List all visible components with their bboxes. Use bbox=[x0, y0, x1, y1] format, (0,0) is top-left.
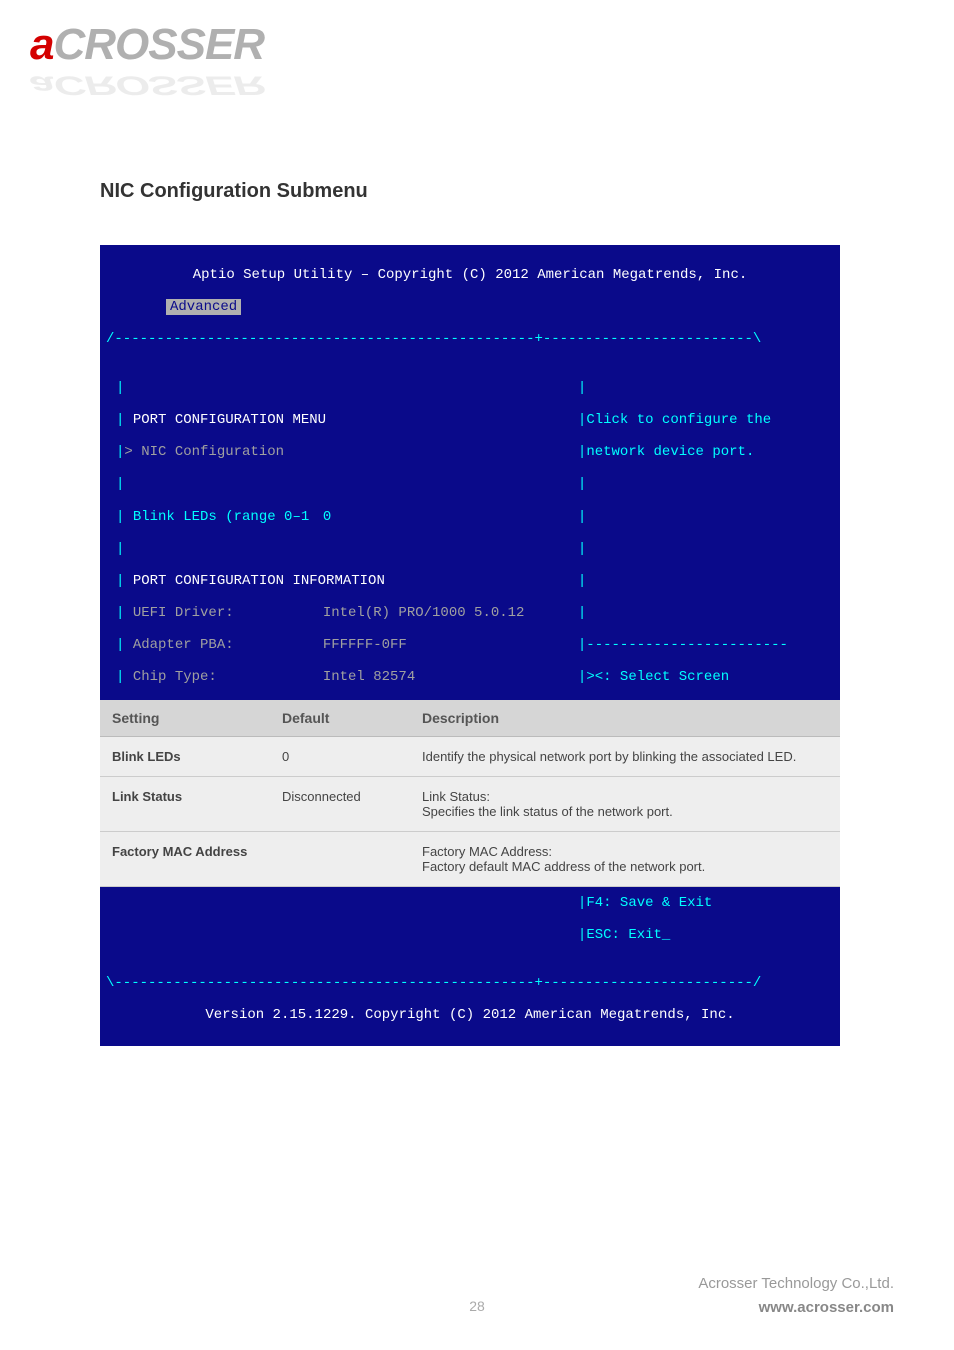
blink-leds-label: Blink LEDs (range 0–1 bbox=[133, 509, 323, 525]
uefi-driver-value: Intel(R) PRO/1000 5.0.12 bbox=[323, 605, 525, 621]
footer: Acrosser Technology Co.,Ltd. www.acrosse… bbox=[698, 1272, 894, 1320]
table-row: Factory MAC Address Factory MAC Address:… bbox=[100, 832, 840, 887]
logo-letter-a: a bbox=[30, 20, 53, 69]
nav-select-screen: ><: Select Screen bbox=[586, 669, 729, 685]
bios-divider-bottom: \---------------------------------------… bbox=[106, 975, 834, 991]
table-row: Blink LEDs 0 Identify the physical netwo… bbox=[100, 737, 840, 777]
adapter-pba-value: FFFFFF-0FF bbox=[323, 637, 407, 653]
uefi-driver-label: UEFI Driver: bbox=[133, 605, 323, 621]
logo-reflection: aCROSSER bbox=[30, 70, 264, 100]
th-description: Description bbox=[410, 700, 840, 737]
bios-divider-top: /---------------------------------------… bbox=[106, 331, 834, 347]
settings-table: Setting Default Description Blink LEDs 0… bbox=[100, 700, 840, 887]
bios-pipe: | bbox=[116, 380, 572, 396]
bios-header: Aptio Setup Utility – Copyright (C) 2012… bbox=[106, 267, 834, 283]
help-line-1: Click to configure the bbox=[586, 412, 771, 428]
adapter-pba-label: Adapter PBA: bbox=[133, 637, 323, 653]
nic-config-item: NIC Configuration bbox=[141, 444, 284, 460]
nav-f4: F4: Save & Exit bbox=[586, 895, 712, 911]
th-default: Default bbox=[270, 700, 410, 737]
page-title: NIC Configuration Submenu bbox=[100, 180, 368, 203]
bios-divider-mid: |------------------------ bbox=[578, 637, 834, 653]
chip-type-label: Chip Type: bbox=[133, 669, 323, 685]
cell-setting: Blink LEDs bbox=[100, 737, 270, 777]
info-title: PORT CONFIGURATION INFORMATION bbox=[133, 573, 385, 589]
nav-esc: ESC: Exit_ bbox=[586, 927, 670, 943]
menu-title: PORT CONFIGURATION MENU bbox=[133, 412, 326, 428]
cell-default bbox=[270, 832, 410, 887]
cell-default: Disconnected bbox=[270, 777, 410, 832]
chip-type-value: Intel 82574 bbox=[323, 669, 415, 685]
page-number: 28 bbox=[469, 1298, 485, 1314]
table-row: Link Status Disconnected Link Status: Sp… bbox=[100, 777, 840, 832]
logo-rest: CROSSER bbox=[53, 20, 264, 69]
cell-setting: Factory MAC Address bbox=[100, 832, 270, 887]
cell-desc: Identify the physical network port by bl… bbox=[410, 737, 840, 777]
blink-leds-value: 0 bbox=[323, 509, 331, 525]
th-setting: Setting bbox=[100, 700, 270, 737]
footer-url: www.acrosser.com bbox=[698, 1296, 894, 1320]
bios-footer: Version 2.15.1229. Copyright (C) 2012 Am… bbox=[106, 1007, 834, 1023]
bios-tab-advanced: Advanced bbox=[166, 299, 241, 315]
bios-screenshot: Aptio Setup Utility – Copyright (C) 2012… bbox=[100, 245, 840, 1046]
cell-desc: Factory MAC Address: Factory default MAC… bbox=[410, 832, 840, 887]
help-line-2: network device port. bbox=[586, 444, 754, 460]
footer-company: Acrosser Technology Co.,Ltd. bbox=[698, 1272, 894, 1296]
cell-desc: Link Status: Specifies the link status o… bbox=[410, 777, 840, 832]
cell-setting: Link Status bbox=[100, 777, 270, 832]
cell-default: 0 bbox=[270, 737, 410, 777]
logo: aCROSSER aCROSSER bbox=[30, 20, 264, 70]
